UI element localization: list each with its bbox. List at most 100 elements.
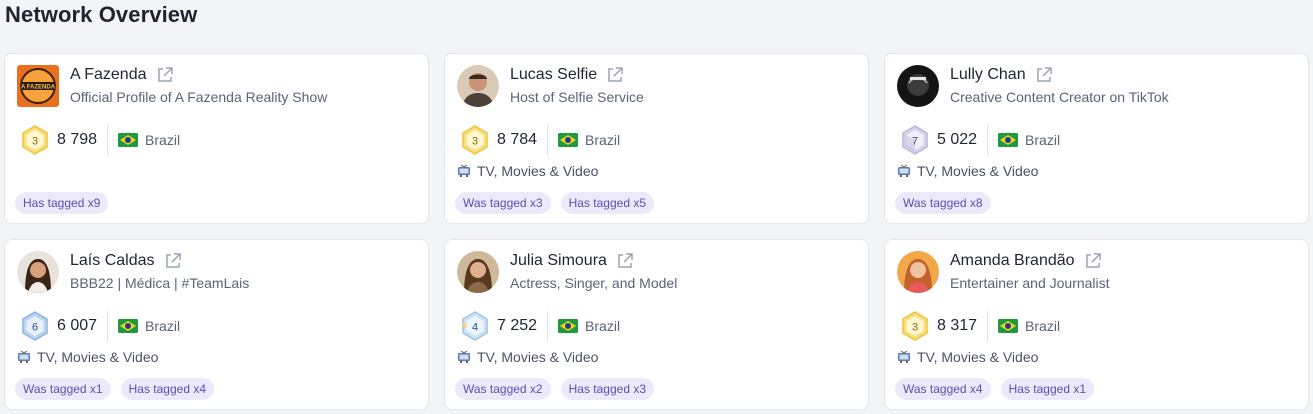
divider bbox=[547, 125, 549, 155]
profile-name[interactable]: Lucas Selfie bbox=[510, 66, 597, 84]
tv-icon bbox=[897, 350, 911, 364]
avatar[interactable]: A FAZENDA bbox=[17, 65, 59, 107]
svg-text:3: 3 bbox=[912, 322, 918, 334]
stats-row: 3 8 784 Brazil bbox=[461, 124, 620, 156]
country-label: Brazil bbox=[145, 318, 181, 334]
country-label: Brazil bbox=[585, 132, 621, 148]
divider bbox=[987, 125, 989, 155]
brazil-flag-icon bbox=[118, 133, 139, 147]
profile-card[interactable]: A FAZENDA A Fazenda Official Profile of … bbox=[4, 53, 429, 224]
tag-list: Has tagged x9 bbox=[15, 192, 109, 214]
brazil-flag-icon bbox=[998, 319, 1019, 333]
profile-subtitle: BBB22 | Médica | #TeamLais bbox=[70, 275, 250, 291]
country-label: Brazil bbox=[1025, 318, 1061, 334]
level-badge-blue-icon: 4 bbox=[461, 311, 489, 341]
follower-count: 8 784 bbox=[497, 131, 538, 148]
profile-name[interactable]: Amanda Brandão bbox=[950, 252, 1075, 270]
country-label: Brazil bbox=[585, 318, 621, 334]
svg-text:3: 3 bbox=[32, 136, 38, 148]
external-link-icon[interactable] bbox=[606, 66, 624, 84]
tag-badge[interactable]: Has tagged x9 bbox=[15, 192, 109, 214]
category: TV, Movies & Video bbox=[17, 349, 158, 365]
category: TV, Movies & Video bbox=[897, 349, 1038, 365]
profile-card[interactable]: Julia Simoura Actress, Singer, and Model… bbox=[444, 239, 869, 410]
tag-list: Was tagged x8 bbox=[895, 192, 991, 214]
tag-badge[interactable]: Was tagged x2 bbox=[455, 378, 551, 400]
external-link-icon[interactable] bbox=[156, 66, 174, 84]
profile-subtitle: Host of Selfie Service bbox=[510, 89, 644, 105]
svg-text:6: 6 bbox=[32, 322, 38, 334]
brazil-flag-icon bbox=[558, 133, 579, 147]
avatar[interactable] bbox=[17, 251, 59, 293]
category-label: TV, Movies & Video bbox=[917, 163, 1039, 179]
level-badge-gold-icon: 3 bbox=[461, 125, 489, 155]
page-title: Network Overview bbox=[5, 2, 198, 27]
profile-card[interactable]: Lucas Selfie Host of Selfie Service 3 8 … bbox=[444, 53, 869, 224]
avatar[interactable] bbox=[897, 251, 939, 293]
tag-list: Was tagged x1 Has tagged x4 bbox=[15, 378, 214, 400]
category: TV, Movies & Video bbox=[897, 163, 1038, 179]
brazil-flag-icon bbox=[118, 319, 139, 333]
tag-badge[interactable]: Has tagged x3 bbox=[560, 378, 654, 400]
level-badge-silver-icon: 7 bbox=[901, 125, 929, 155]
tag-badge[interactable]: Has tagged x1 bbox=[1000, 378, 1094, 400]
level-badge-blue-icon: 6 bbox=[21, 311, 49, 341]
tag-badge[interactable]: Was tagged x3 bbox=[455, 192, 551, 214]
profile-name[interactable]: Laís Caldas bbox=[70, 252, 155, 270]
category-label: TV, Movies & Video bbox=[37, 349, 159, 365]
brazil-flag-icon bbox=[998, 133, 1019, 147]
category-label: TV, Movies & Video bbox=[917, 349, 1039, 365]
follower-count: 6 007 bbox=[57, 317, 98, 334]
stats-row: 7 5 022 Brazil bbox=[901, 124, 1060, 156]
follower-count: 5 022 bbox=[937, 131, 978, 148]
avatar[interactable] bbox=[457, 251, 499, 293]
svg-text:4: 4 bbox=[472, 322, 478, 334]
avatar-logo-text: A FAZENDA bbox=[21, 85, 56, 91]
level-badge-gold-icon: 3 bbox=[21, 125, 49, 155]
stats-row: 6 6 007 Brazil bbox=[21, 310, 180, 342]
country-label: Brazil bbox=[145, 132, 181, 148]
follower-count: 8 317 bbox=[937, 317, 978, 334]
tag-badge[interactable]: Was tagged x8 bbox=[895, 192, 991, 214]
divider bbox=[547, 311, 549, 341]
profile-card[interactable]: Laís Caldas BBB22 | Médica | #TeamLais 6… bbox=[4, 239, 429, 410]
tv-icon bbox=[17, 350, 31, 364]
category-label: TV, Movies & Video bbox=[477, 349, 599, 365]
profile-name[interactable]: Lully Chan bbox=[950, 66, 1026, 84]
tag-badge[interactable]: Was tagged x1 bbox=[15, 378, 111, 400]
follower-count: 8 798 bbox=[57, 131, 98, 148]
profile-subtitle: Official Profile of A Fazenda Reality Sh… bbox=[70, 89, 328, 105]
external-link-icon[interactable] bbox=[616, 252, 634, 270]
svg-text:7: 7 bbox=[912, 136, 918, 148]
level-badge-gold-icon: 3 bbox=[901, 311, 929, 341]
profile-name[interactable]: Julia Simoura bbox=[510, 252, 607, 270]
tag-list: Was tagged x3 Has tagged x5 bbox=[455, 192, 654, 214]
country-label: Brazil bbox=[1025, 132, 1061, 148]
tag-badge[interactable]: Was tagged x4 bbox=[895, 378, 991, 400]
external-link-icon[interactable] bbox=[1084, 252, 1102, 270]
profile-grid: A FAZENDA A Fazenda Official Profile of … bbox=[4, 53, 1309, 410]
avatar[interactable] bbox=[897, 65, 939, 107]
tag-list: Was tagged x2 Has tagged x3 bbox=[455, 378, 654, 400]
profile-subtitle: Actress, Singer, and Model bbox=[510, 275, 678, 291]
divider bbox=[107, 311, 109, 341]
profile-card[interactable]: Lully Chan Creative Content Creator on T… bbox=[884, 53, 1309, 224]
svg-text:3: 3 bbox=[472, 136, 478, 148]
tag-badge[interactable]: Has tagged x4 bbox=[120, 378, 214, 400]
profile-subtitle: Creative Content Creator on TikTok bbox=[950, 89, 1169, 105]
profile-name[interactable]: A Fazenda bbox=[70, 66, 147, 84]
category: TV, Movies & Video bbox=[457, 349, 598, 365]
divider bbox=[987, 311, 989, 341]
divider bbox=[107, 125, 109, 155]
external-link-icon[interactable] bbox=[164, 252, 182, 270]
tv-icon bbox=[457, 350, 471, 364]
category-label: TV, Movies & Video bbox=[477, 163, 599, 179]
avatar[interactable] bbox=[457, 65, 499, 107]
profile-subtitle: Entertainer and Journalist bbox=[950, 275, 1110, 291]
tv-icon bbox=[897, 164, 911, 178]
follower-count: 7 252 bbox=[497, 317, 538, 334]
stats-row: 3 8 798 Brazil bbox=[21, 124, 180, 156]
profile-card[interactable]: Amanda Brandão Entertainer and Journalis… bbox=[884, 239, 1309, 410]
tag-badge[interactable]: Has tagged x5 bbox=[560, 192, 654, 214]
external-link-icon[interactable] bbox=[1035, 66, 1053, 84]
